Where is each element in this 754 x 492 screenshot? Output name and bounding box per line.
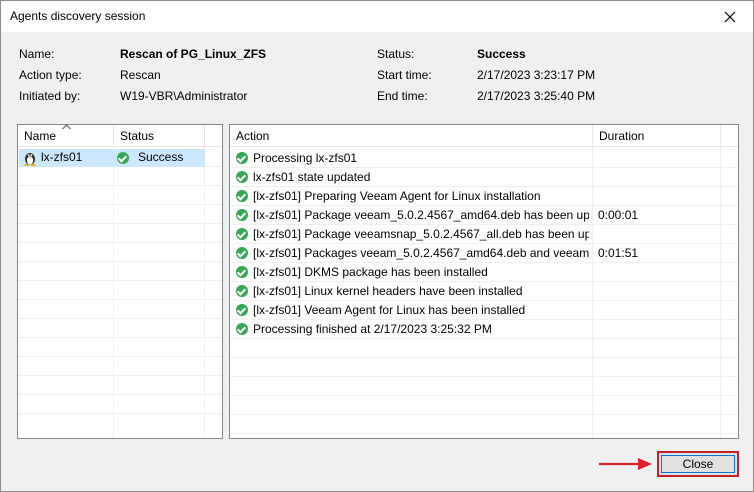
sort-ascending-icon [62,125,71,130]
start-time-label: Start time: [377,68,432,82]
column-header-action[interactable]: Action [230,125,593,147]
action-type-value: Rescan [120,68,161,82]
log-action: lx-zfs01 state updated [253,170,371,184]
status-label: Status: [377,47,415,61]
host-row-selected[interactable]: lx-zfs01 Success [19,149,205,167]
window-title: Agents discovery session [10,9,146,23]
success-icon [236,171,248,183]
log-action: [lx-zfs01] Linux kernel headers have bee… [253,284,523,298]
log-row[interactable]: [lx-zfs01] Packages veeam_5.0.2.4567_amd… [230,244,720,263]
log-action: [lx-zfs01] Package veeam_5.0.2.4567_amd6… [253,208,589,222]
column-header-duration[interactable]: Duration [593,125,721,147]
status-value: Success [477,47,526,61]
success-icon [236,152,248,164]
success-icon [236,247,248,259]
log-row[interactable]: [lx-zfs01] Veeam Agent for Linux has bee… [230,301,720,320]
log-action: [lx-zfs01] DKMS package has been install… [253,265,488,279]
start-time-value: 2/17/2023 3:23:17 PM [477,68,596,82]
log-row[interactable]: [lx-zfs01] Package veeam_5.0.2.4567_amd6… [230,206,720,225]
name-value: Rescan of PG_Linux_ZFS [120,47,267,61]
log-row[interactable]: lx-zfs01 state updated [230,168,720,187]
host-name: lx-zfs01 [41,150,83,164]
end-time-value: 2/17/2023 3:25:40 PM [477,89,596,103]
action-type-label: Action type: [19,68,82,82]
initiated-by-label: Initiated by: [19,89,81,103]
log-action: [lx-zfs01] Preparing Veeam Agent for Lin… [253,189,541,203]
log-duration: 0:00:01 [598,208,639,222]
close-button[interactable]: Close [657,451,739,477]
log-row[interactable]: [lx-zfs01] Package veeamsnap_5.0.2.4567_… [230,225,720,244]
log-row[interactable]: [lx-zfs01] Linux kernel headers have bee… [230,282,720,301]
dialog-window: Agents discovery session Name: Rescan of… [0,0,754,492]
success-icon [236,266,248,278]
column-header-name-label: Name [24,129,57,143]
log-row[interactable]: [lx-zfs01] Preparing Veeam Agent for Lin… [230,187,720,206]
log-action: [lx-zfs01] Package veeamsnap_5.0.2.4567_… [253,227,589,241]
column-header-status[interactable]: Status [114,125,205,147]
success-icon [117,152,129,164]
name-label: Name: [19,47,55,61]
log-row[interactable]: [lx-zfs01] DKMS package has been install… [230,263,720,282]
log-action: [lx-zfs01] Packages veeam_5.0.2.4567_amd… [253,246,589,260]
action-log-list[interactable]: Action Duration Processing lx-zfs01 lx-zf… [229,124,739,439]
success-icon [236,285,248,297]
hosts-list[interactable]: Name Status lx-zfs01 Success [17,124,223,439]
success-icon [236,323,248,335]
title-bar: Agents discovery session [1,1,753,32]
column-header-name[interactable]: Name [18,125,114,147]
close-window-button[interactable] [707,1,753,32]
log-row[interactable]: Processing lx-zfs01 [230,149,720,168]
log-row[interactable]: Processing finished at 2/17/2023 3:25:32… [230,320,720,339]
initiated-by-value: W19-VBR\Administrator [120,89,248,103]
close-icon [724,11,736,22]
log-action: Processing finished at 2/17/2023 3:25:32… [253,322,492,336]
close-button-label: Close [682,457,714,471]
linux-penguin-icon [23,151,37,169]
success-icon [236,304,248,316]
end-time-label: End time: [377,89,428,103]
log-duration: 0:01:51 [598,246,639,260]
success-icon [236,209,248,221]
success-icon [236,190,248,202]
success-icon [236,228,248,240]
log-action: Processing lx-zfs01 [253,151,358,165]
highlight-arrow [599,458,652,470]
host-status: Success [138,150,184,164]
log-action: [lx-zfs01] Veeam Agent for Linux has bee… [253,303,526,317]
